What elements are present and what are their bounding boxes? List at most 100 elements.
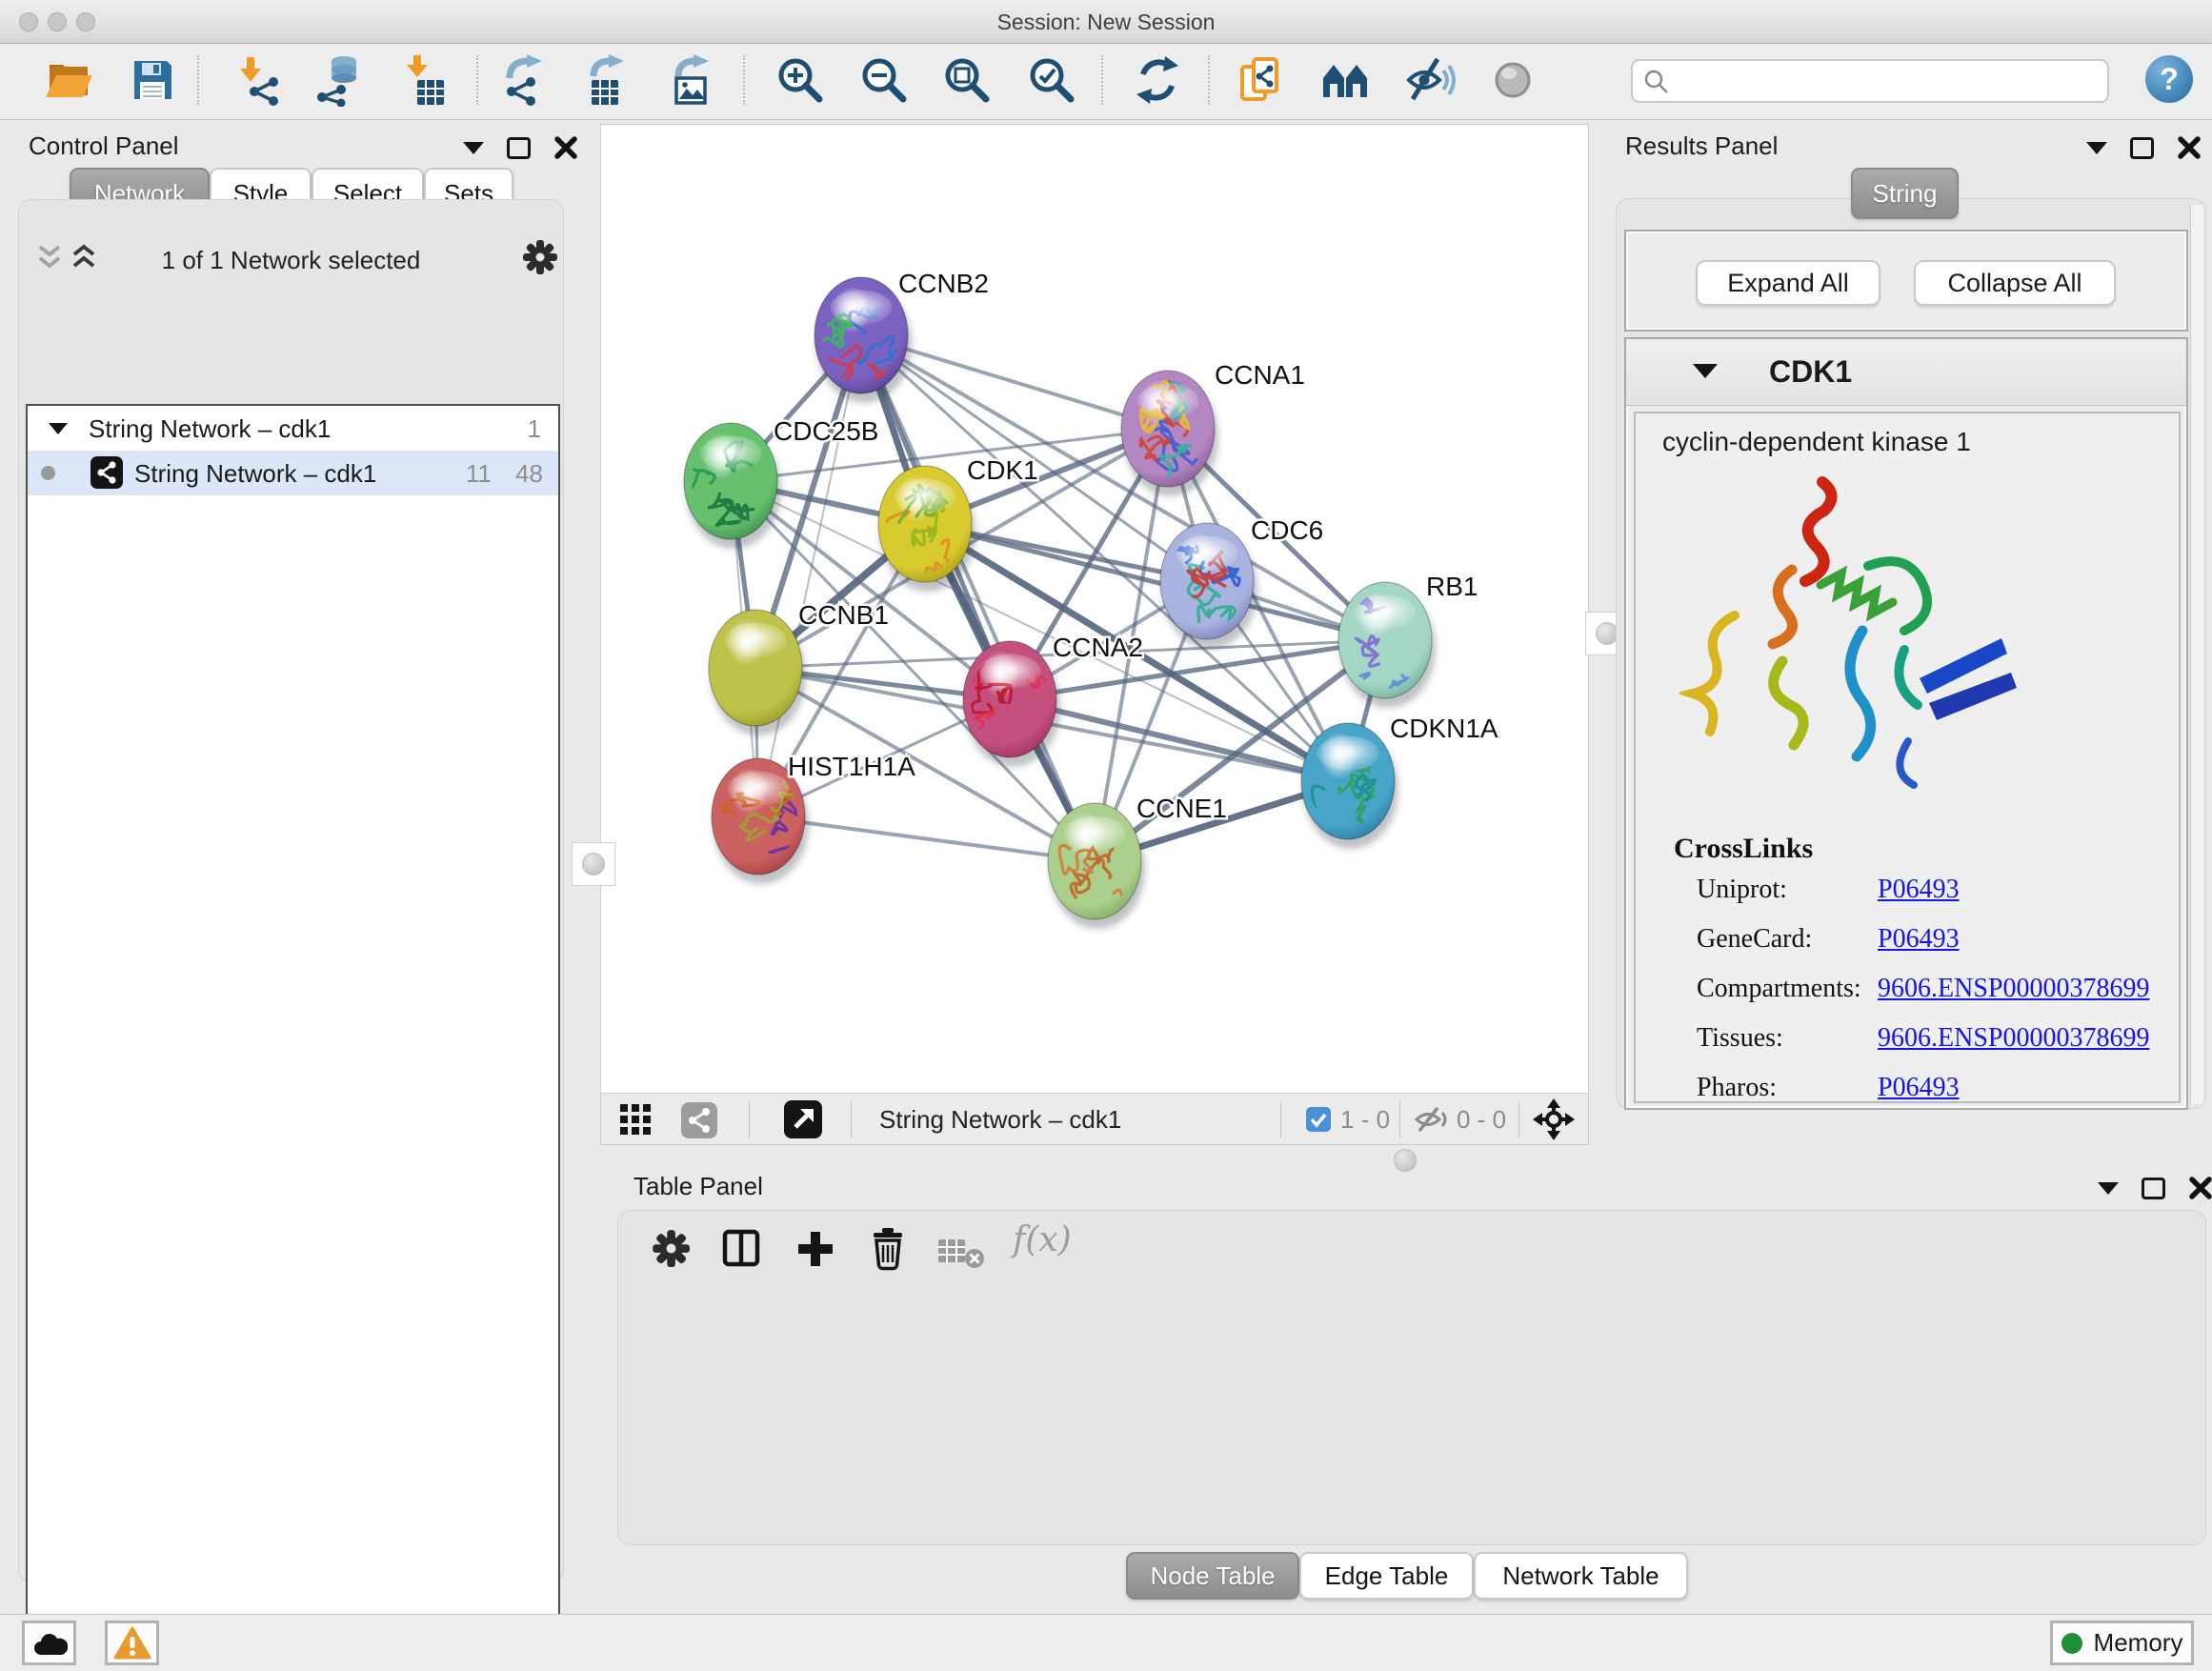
panel-close-icon[interactable] [2188, 1176, 2212, 1200]
network-row[interactable]: String Network – cdk1 11 48 [28, 451, 558, 495]
expand-all-button[interactable]: Expand All [1696, 260, 1880, 306]
show-graphics-details-icon[interactable] [1486, 53, 1539, 107]
collapse-all-button[interactable]: Collapse All [1914, 260, 2116, 306]
new-network-from-selection-icon[interactable] [1235, 53, 1288, 107]
cloud-status-button[interactable] [22, 1621, 76, 1665]
import-table-icon[interactable] [400, 53, 453, 107]
tab-node-table[interactable]: Node Table [1126, 1552, 1299, 1600]
collection-count: 1 [528, 414, 541, 444]
toolbar-separator [1101, 55, 1103, 105]
detach-view-icon[interactable] [784, 1100, 822, 1138]
toolbar-separator [1518, 1101, 1519, 1137]
network-canvas[interactable]: CCNB2CCNA1CDC25BCDK1CDC6RB1CCNB1CCNA2CDK… [600, 124, 1589, 1094]
tab-string[interactable]: String [1851, 168, 1959, 219]
tab-edge-table[interactable]: Edge Table [1299, 1552, 1474, 1600]
zoom-in-icon[interactable] [774, 53, 827, 107]
crosslinks-title: CrossLinks [1674, 833, 1813, 865]
import-network-file-icon[interactable] [233, 53, 287, 107]
title-bar: Session: New Session [0, 0, 2212, 44]
toolbar-separator [1208, 55, 1210, 105]
tree-expander-icon[interactable] [49, 421, 68, 436]
cdk1-header[interactable]: CDK1 [1626, 339, 2186, 406]
pharos-link[interactable]: P06493 [1878, 1073, 1960, 1103]
grid-view-icon[interactable] [620, 1104, 653, 1137]
search-input[interactable] [1675, 63, 2103, 99]
node-label: CDK1 [967, 455, 1038, 485]
help-icon[interactable]: ? [2145, 55, 2193, 103]
crosslink-label: GeneCard: [1697, 924, 1812, 955]
tissues-link[interactable]: 9606.ENSP00000378699 [1878, 1023, 2149, 1054]
panel-close-icon[interactable] [553, 135, 578, 160]
genecard-link[interactable]: P06493 [1878, 924, 1960, 955]
birds-eye-view-icon[interactable] [1533, 1098, 1575, 1140]
zoom-out-icon[interactable] [857, 53, 911, 107]
gene-description: cyclin-dependent kinase 1 [1662, 427, 1971, 457]
panel-collapse-icon[interactable] [2086, 142, 2107, 154]
panel-close-icon[interactable] [2177, 135, 2202, 160]
first-neighbors-icon[interactable] [1319, 53, 1373, 107]
memory-button[interactable]: Memory [2050, 1621, 2194, 1665]
network-edge[interactable] [758, 335, 861, 816]
node-label: CCNE1 [1136, 794, 1227, 823]
apply-layout-icon[interactable] [1131, 53, 1184, 107]
network-tree: String Network – cdk1 1 String Network –… [26, 404, 560, 1671]
uniprot-link[interactable]: P06493 [1878, 875, 1960, 905]
left-splitter-handle[interactable] [572, 842, 615, 886]
compartments-link[interactable]: 9606.ENSP00000378699 [1878, 974, 2149, 1004]
tab-network-table[interactable]: Network Table [1474, 1552, 1688, 1600]
share-view-icon[interactable] [681, 1102, 717, 1138]
toolbar-separator [749, 1101, 750, 1137]
string-results-container: Expand All Collapse All CDK1 cyclin-depe… [1616, 198, 2206, 1109]
gene-name: CDK1 [1769, 354, 1852, 390]
add-column-icon[interactable] [794, 1228, 836, 1270]
node-label: CDC25B [774, 416, 878, 446]
table-options-gear-icon[interactable] [651, 1228, 694, 1272]
zoom-fit-icon[interactable] [940, 53, 994, 107]
results-button-box: Expand All Collapse All [1624, 230, 2188, 332]
network-node-ccnb1[interactable] [709, 610, 806, 735]
export-table-icon[interactable] [580, 53, 633, 107]
save-session-icon[interactable] [126, 53, 179, 107]
network-node-cdc25b[interactable] [676, 423, 781, 549]
panel-float-icon[interactable] [2130, 137, 2154, 159]
network-options-gear-icon[interactable] [521, 238, 559, 276]
network-node-rb1[interactable] [1338, 582, 1436, 708]
network-node-ccna2[interactable] [950, 641, 1062, 767]
network-collection-row[interactable]: String Network – cdk1 1 [28, 406, 558, 451]
zoom-selected-icon[interactable] [1025, 53, 1078, 107]
memory-label: Memory [2094, 1628, 2183, 1658]
node-label: CCNB1 [798, 600, 889, 630]
network-edge[interactable] [861, 335, 1095, 861]
network-node-ccna1[interactable] [1121, 371, 1218, 496]
crosslink-label: Uniprot: [1697, 875, 1787, 905]
selected-checkbox-icon[interactable] [1306, 1107, 1331, 1132]
show-columns-icon[interactable] [721, 1228, 763, 1270]
cdk1-result-box: CDK1 cyclin-dependent kinase 1 [1624, 337, 2188, 1110]
control-panel: Control Panel Network Style Select Sets … [0, 120, 591, 1614]
panel-float-icon[interactable] [2142, 1178, 2165, 1199]
network-node-cdc6[interactable] [1160, 523, 1257, 649]
table-container: f(x) [617, 1210, 2206, 1545]
network-selection-status: 1 of 1 Network selected [19, 246, 563, 275]
entry-collapse-icon[interactable] [1693, 364, 1718, 378]
network-node-cdk1[interactable] [867, 466, 975, 592]
export-image-icon[interactable] [665, 53, 718, 107]
crosslink-label: Compartments: [1697, 974, 1861, 1004]
hide-selected-icon[interactable] [1403, 53, 1457, 107]
panel-collapse-icon[interactable] [2098, 1182, 2119, 1195]
export-network-icon[interactable] [498, 53, 552, 107]
function-builder-icon[interactable]: f(x) [1013, 1220, 1072, 1259]
warning-status-button[interactable] [105, 1621, 159, 1665]
network-name: String Network – cdk1 [134, 459, 376, 489]
open-session-icon[interactable] [42, 53, 95, 107]
panel-collapse-icon[interactable] [463, 142, 484, 154]
search-icon [1644, 70, 1669, 94]
panel-float-icon[interactable] [507, 137, 531, 159]
results-scrollbar[interactable] [2190, 205, 2203, 1104]
node-label: CCNA1 [1215, 360, 1305, 390]
delete-table-icon[interactable] [938, 1236, 988, 1270]
network-node-ccnb2[interactable] [812, 277, 912, 403]
import-network-database-icon[interactable] [312, 53, 366, 107]
crosslink-label: Pharos: [1697, 1073, 1777, 1103]
delete-column-icon[interactable] [867, 1226, 909, 1272]
